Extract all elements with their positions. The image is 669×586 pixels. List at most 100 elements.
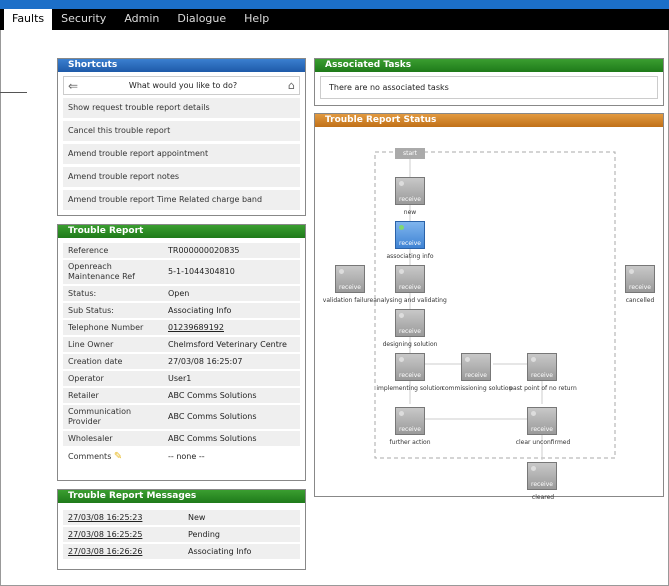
label-further-action: further action [389,439,431,446]
field-value: Open [163,286,300,301]
field-value: ABC Comms Solutions [163,405,300,429]
shortcut-show-details[interactable]: Show request trouble report details [63,98,300,118]
node-text: receive [399,372,421,379]
field-label: Communication Provider [63,405,163,429]
comment-icon[interactable]: ✎ [114,451,122,462]
node-text: receive [531,426,553,433]
shortcut-amend-notes[interactable]: Amend trouble report notes [63,167,300,187]
associated-tasks-panel: Associated Tasks There are no associated… [314,58,664,106]
node-associating-info[interactable]: receive [395,221,425,249]
node-cleared[interactable]: receive [527,462,557,490]
associated-tasks-title: Associated Tasks [315,59,663,72]
trouble-report-title: Trouble Report [58,225,305,238]
field-value: TR000000020835 [163,243,300,258]
label-analysing: analysing and validating [373,297,447,304]
shortcut-cancel-report[interactable]: Cancel this trouble report [63,121,300,141]
node-text: receive [339,284,361,291]
message-date-link[interactable]: 27/03/08 16:26:26 [63,544,183,559]
messages-panel: Trouble Report Messages 27/03/08 16:25:2… [57,489,306,570]
message-text: New [183,510,300,525]
table-row: Line Owner Chelmsford Veterinary Centre [63,337,300,352]
message-date-link[interactable]: 27/03/08 16:25:23 [63,510,183,525]
field-label: Line Owner [63,337,163,352]
node-text: receive [399,240,421,247]
shortcuts-panel: Shortcuts ⇐ What would you like to do? ⌂… [57,58,306,216]
field-label: Operator [63,371,163,386]
node-status-dot [531,411,536,416]
field-label: Retailer [63,388,163,403]
node-text: receive [399,426,421,433]
table-row: 27/03/08 16:25:23 New [63,510,300,525]
table-row: 27/03/08 16:26:26 Associating Info [63,544,300,559]
table-row: Reference TR000000020835 [63,243,300,258]
field-value: Associating Info [163,303,300,318]
node-commissioning[interactable]: receive [461,353,491,381]
table-row: Status: Open [63,286,300,301]
field-value: -- none -- [163,448,300,466]
label-commissioning: commissioning solution [441,385,513,392]
shortcut-amend-appointment[interactable]: Amend trouble report appointment [63,144,300,164]
node-text: receive [531,481,553,488]
node-analysing[interactable]: receive [395,265,425,293]
shortcuts-prompt: ⇐ What would you like to do? ⌂ [63,76,300,95]
table-row: Sub Status: Associating Info [63,303,300,318]
table-row: 27/03/08 16:25:25 Pending [63,527,300,542]
label-implementing: implementing solution [376,385,444,392]
node-status-dot [465,357,470,362]
tab-admin[interactable]: Admin [115,9,168,30]
label-designing: designing solution [382,341,438,348]
field-value: Chelmsford Veterinary Centre [163,337,300,352]
field-label: Wholesaler [63,431,163,446]
node-text: receive [465,372,487,379]
shortcut-amend-charge-band[interactable]: Amend trouble report Time Related charge… [63,190,300,210]
field-label: Openreach Maintenance Ref [63,260,163,284]
tab-security[interactable]: Security [52,9,115,30]
node-clear-unconfirmed[interactable]: receive [527,407,557,435]
trouble-report-panel: Trouble Report Reference TR000000020835 O… [57,224,306,481]
main-nav: Faults Security Admin Dialogue Help [0,9,669,30]
divider [0,92,27,93]
table-row: Retailer ABC Comms Solutions [63,388,300,403]
tab-help[interactable]: Help [235,9,278,30]
home-icon[interactable]: ⌂ [288,79,295,92]
table-row: Communication Provider ABC Comms Solution… [63,405,300,429]
messages-title: Trouble Report Messages [58,490,305,503]
message-date-link[interactable]: 27/03/08 16:25:25 [63,527,183,542]
shortcuts-prompt-text: What would you like to do? [128,81,238,90]
back-arrow-icon[interactable]: ⇐ [68,79,78,93]
node-status-dot [629,269,634,274]
node-implementing[interactable]: receive [395,353,425,381]
node-new[interactable]: receive [395,177,425,205]
flow-connectors [374,151,616,460]
field-value: ABC Comms Solutions [163,431,300,446]
field-value: User1 [163,371,300,386]
node-validation-failure[interactable]: receive [335,265,365,293]
node-past-point[interactable]: receive [527,353,557,381]
node-status-dot [531,466,536,471]
table-row: Operator User1 [63,371,300,386]
field-label: Reference [63,243,163,258]
node-status-dot [399,411,404,416]
field-label: Status: [63,286,163,301]
message-text: Pending [183,527,300,542]
node-status-dot [531,357,536,362]
tab-faults[interactable]: Faults [4,9,53,30]
label-new: new [403,209,417,216]
node-designing[interactable]: receive [395,309,425,337]
associated-tasks-text: There are no associated tasks [320,76,658,99]
field-label: Telephone Number [63,320,163,335]
telephone-link[interactable]: 01239689192 [163,320,300,335]
label-past-point: past point of no return [509,385,577,392]
status-title: Trouble Report Status [315,114,663,127]
tab-dialogue[interactable]: Dialogue [168,9,235,30]
start-node: start [395,148,425,159]
status-flow-diagram: start receive new receive associating in… [315,127,655,501]
node-cancelled[interactable]: receive [625,265,655,293]
table-row: Comments ✎ -- none -- [63,448,300,466]
node-status-dot [399,313,404,318]
field-label: Sub Status: [63,303,163,318]
node-status-dot [399,181,404,186]
top-accent-bar [0,0,669,9]
node-further-action[interactable]: receive [395,407,425,435]
node-text: receive [399,196,421,203]
